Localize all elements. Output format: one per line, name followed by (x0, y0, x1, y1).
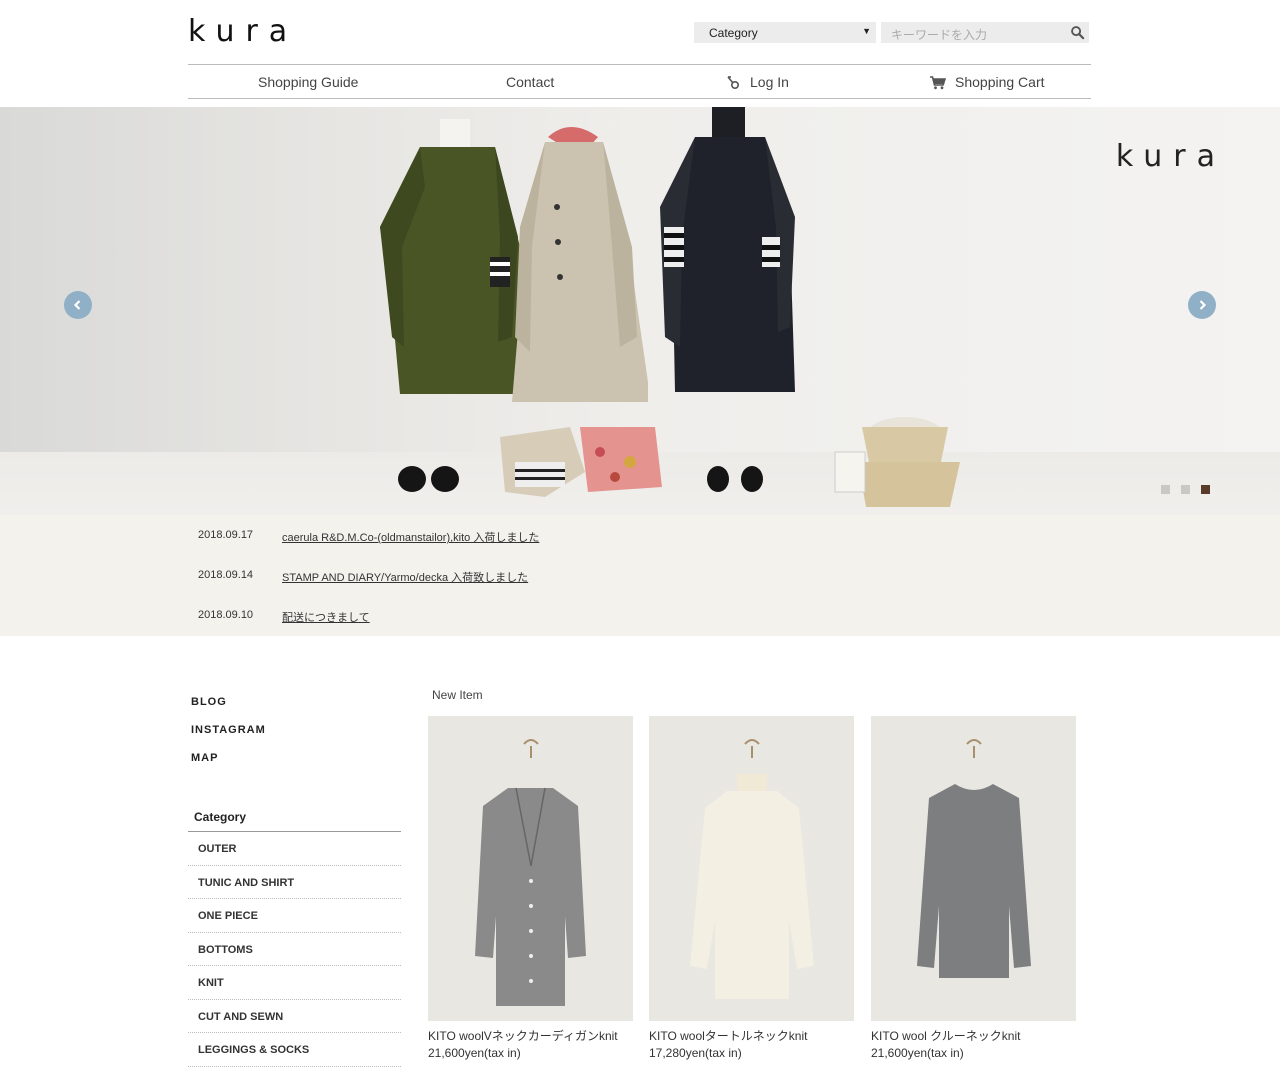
category-item-outer[interactable]: OUTER (188, 832, 401, 866)
product-image[interactable] (649, 716, 854, 1021)
slider-prev-button[interactable] (64, 291, 92, 319)
nav-contact-label: Contact (506, 74, 555, 90)
category-select[interactable]: Category ▼ (694, 22, 876, 43)
product-name[interactable]: KITO wool クルーネックknit (871, 1027, 1076, 1044)
chevron-left-icon (73, 300, 81, 310)
green-coat-image (380, 119, 538, 394)
sidebar-link-map[interactable]: MAP (191, 752, 266, 764)
nav-login[interactable]: Log In (726, 74, 789, 90)
caret-down-icon: ▼ (862, 26, 871, 36)
nav-contact[interactable]: Contact (506, 74, 554, 90)
product-image[interactable] (428, 716, 633, 1021)
nav-cart-label: Shopping Cart (955, 74, 1045, 90)
chevron-right-icon (1199, 300, 1207, 310)
category-select-value: Category (709, 26, 758, 40)
product-name[interactable]: KITO woolVネックカーディガンknit (428, 1027, 633, 1044)
news-row: 2018.09.14 STAMP AND DIARY/Yarmo/decka 入… (198, 569, 528, 585)
new-item-heading: New Item (432, 688, 483, 702)
category-item-one-piece[interactable]: ONE PIECE (188, 899, 401, 933)
site-header: kura Category ▼ キーワードを入力 Shopping Guide … (188, 0, 1091, 107)
news-section: 2018.09.17 caerula R&D.M.Co-(oldmanstail… (0, 515, 1280, 636)
news-row: 2018.09.17 caerula R&D.M.Co-(oldmanstail… (198, 529, 539, 545)
category-heading: Category (188, 808, 401, 832)
slider-dots (1161, 485, 1210, 494)
cart-icon (930, 75, 946, 89)
hero-slider: kura (0, 107, 1280, 515)
hero-image (380, 107, 960, 507)
category-item-leggings-socks[interactable]: LEGGINGS & SOCKS (188, 1033, 401, 1067)
nav-cart[interactable]: Shopping Cart (929, 74, 1045, 90)
news-link[interactable]: caerula R&D.M.Co-(oldmanstailor),kito 入荷… (282, 529, 539, 545)
sidebar-link-blog[interactable]: BLOG (191, 696, 266, 708)
cardigan-image (475, 739, 586, 1006)
news-date: 2018.09.10 (198, 609, 254, 621)
slider-next-button[interactable] (1188, 291, 1216, 319)
bag-and-pile-image (500, 427, 662, 497)
category-item-cut-and-sewn[interactable]: CUT AND SEWN (188, 1000, 401, 1033)
product-name[interactable]: KITO woolタートルネックknit (649, 1027, 854, 1044)
news-link[interactable]: 配送につきまして (282, 609, 370, 625)
site-logo[interactable]: kura (188, 14, 298, 49)
slider-dot-1[interactable] (1161, 485, 1170, 494)
category-item-tunic-and-shirt[interactable]: TUNIC AND SHIRT (188, 866, 401, 899)
news-date: 2018.09.17 (198, 529, 254, 541)
sidebar-link-instagram[interactable]: INSTAGRAM (191, 724, 266, 736)
turtleneck-image (690, 739, 814, 999)
main-nav: Shopping Guide Contact Log In Shopping C… (188, 64, 1091, 99)
beige-coat-image (512, 127, 648, 402)
search-icon[interactable] (1070, 25, 1085, 40)
product-card[interactable]: KITO wool クルーネックknit 21,600yen(tax in) (871, 716, 1076, 1060)
navy-coat-image (660, 107, 795, 392)
product-card[interactable]: KITO woolVネックカーディガンknit 21,600yen(tax in… (428, 716, 633, 1060)
hero-logo: kura (1115, 139, 1226, 174)
slider-dot-3[interactable] (1201, 485, 1210, 494)
product-price: 17,280yen(tax in) (649, 1046, 742, 1060)
crewneck-image (917, 739, 1031, 978)
nav-shopping-guide[interactable]: Shopping Guide (258, 74, 358, 90)
slider-dot-2[interactable] (1181, 485, 1190, 494)
news-date: 2018.09.14 (198, 569, 254, 581)
category-item-knit[interactable]: KNIT (188, 966, 401, 1000)
product-card[interactable]: KITO woolタートルネックknit 17,280yen(tax in) (649, 716, 854, 1060)
nav-shopping-guide-label: Shopping Guide (258, 74, 359, 90)
product-image[interactable] (871, 716, 1076, 1021)
product-price: 21,600yen(tax in) (871, 1046, 964, 1060)
sidebar-links: BLOG INSTAGRAM MAP (191, 696, 266, 780)
news-link[interactable]: STAMP AND DIARY/Yarmo/decka 入荷致しました (282, 569, 528, 585)
baskets-image (834, 417, 960, 507)
search-input[interactable]: キーワードを入力 (881, 22, 1089, 43)
category-item-bottoms[interactable]: BOTTOMS (188, 933, 401, 966)
product-price: 21,600yen(tax in) (428, 1046, 521, 1060)
news-row: 2018.09.10 配送につきまして (198, 609, 370, 625)
nav-login-label: Log In (750, 74, 789, 90)
search-placeholder: キーワードを入力 (891, 28, 988, 42)
login-icon (727, 75, 740, 89)
category-list: Category OUTER TUNIC AND SHIRT ONE PIECE… (188, 808, 401, 1067)
